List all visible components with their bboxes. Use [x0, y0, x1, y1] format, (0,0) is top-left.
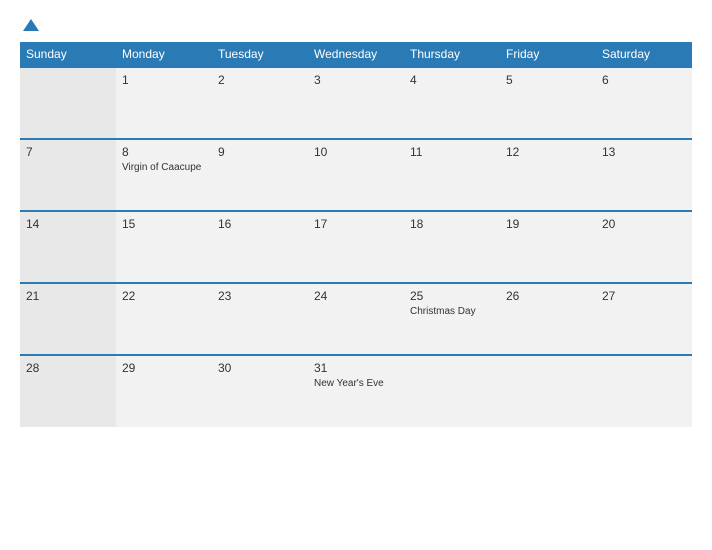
calendar-cell: 7 — [20, 139, 116, 211]
calendar-cell: 2 — [212, 67, 308, 139]
calendar-cell: 31 New Year's Eve — [308, 355, 404, 427]
calendar-cell: 21 — [20, 283, 116, 355]
day-number: 13 — [602, 145, 686, 159]
week-row-2: 14 15 16 17 18 19 20 — [20, 211, 692, 283]
header-wednesday: Wednesday — [308, 42, 404, 67]
day-number: 4 — [410, 73, 494, 87]
header-saturday: Saturday — [596, 42, 692, 67]
day-number: 21 — [26, 289, 110, 303]
day-number: 2 — [218, 73, 302, 87]
logo — [20, 18, 40, 32]
calendar-table: Sunday Monday Tuesday Wednesday Thursday… — [20, 42, 692, 427]
header-tuesday: Tuesday — [212, 42, 308, 67]
calendar-cell: 18 — [404, 211, 500, 283]
calendar-cell: 16 — [212, 211, 308, 283]
day-number: 12 — [506, 145, 590, 159]
day-number: 16 — [218, 217, 302, 231]
day-number: 15 — [122, 217, 206, 231]
event-label: Christmas Day — [410, 305, 494, 318]
calendar-cell: 1 — [116, 67, 212, 139]
calendar-cell — [500, 355, 596, 427]
header-monday: Monday — [116, 42, 212, 67]
weekday-header-row: Sunday Monday Tuesday Wednesday Thursday… — [20, 42, 692, 67]
day-number: 6 — [602, 73, 686, 87]
day-number: 17 — [314, 217, 398, 231]
calendar-cell: 5 — [500, 67, 596, 139]
day-number: 5 — [506, 73, 590, 87]
calendar-page: Sunday Monday Tuesday Wednesday Thursday… — [0, 0, 712, 550]
event-label: Virgin of Caacupe — [122, 161, 206, 174]
logo-triangle-icon — [22, 18, 40, 32]
header — [20, 18, 692, 32]
calendar-cell: 24 — [308, 283, 404, 355]
calendar-cell: 28 — [20, 355, 116, 427]
calendar-cell: 26 — [500, 283, 596, 355]
calendar-cell: 14 — [20, 211, 116, 283]
calendar-cell: 25 Christmas Day — [404, 283, 500, 355]
day-number: 1 — [122, 73, 206, 87]
calendar-cell: 22 — [116, 283, 212, 355]
calendar-cell: 8 Virgin of Caacupe — [116, 139, 212, 211]
calendar-cell: 13 — [596, 139, 692, 211]
day-number: 24 — [314, 289, 398, 303]
calendar-cell: 20 — [596, 211, 692, 283]
day-number: 9 — [218, 145, 302, 159]
day-number: 18 — [410, 217, 494, 231]
day-number: 23 — [218, 289, 302, 303]
calendar-cell: 9 — [212, 139, 308, 211]
day-number: 28 — [26, 361, 110, 375]
header-friday: Friday — [500, 42, 596, 67]
calendar-cell: 27 — [596, 283, 692, 355]
day-number: 20 — [602, 217, 686, 231]
day-number: 14 — [26, 217, 110, 231]
header-sunday: Sunday — [20, 42, 116, 67]
day-number: 10 — [314, 145, 398, 159]
calendar-cell: 11 — [404, 139, 500, 211]
day-number: 7 — [26, 145, 110, 159]
calendar-cell: 29 — [116, 355, 212, 427]
calendar-cell — [596, 355, 692, 427]
day-number: 11 — [410, 145, 494, 159]
week-row-1: 78 Virgin of Caacupe 9 10 11 12 13 — [20, 139, 692, 211]
calendar-cell: 12 — [500, 139, 596, 211]
day-number: 19 — [506, 217, 590, 231]
day-number: 22 — [122, 289, 206, 303]
day-number: 3 — [314, 73, 398, 87]
week-row-3: 21 22 23 24 25 Christmas Day 26 27 — [20, 283, 692, 355]
day-number: 27 — [602, 289, 686, 303]
calendar-cell — [404, 355, 500, 427]
week-row-4: 28 29 30 31 New Year's Eve — [20, 355, 692, 427]
day-number: 31 — [314, 361, 398, 375]
day-number: 30 — [218, 361, 302, 375]
day-number: 25 — [410, 289, 494, 303]
calendar-cell: 6 — [596, 67, 692, 139]
day-number: 29 — [122, 361, 206, 375]
calendar-cell: 10 — [308, 139, 404, 211]
header-thursday: Thursday — [404, 42, 500, 67]
calendar-cell: 15 — [116, 211, 212, 283]
calendar-cell: 19 — [500, 211, 596, 283]
calendar-cell: 3 — [308, 67, 404, 139]
calendar-cell: 30 — [212, 355, 308, 427]
calendar-cell — [20, 67, 116, 139]
week-row-0: 123456 — [20, 67, 692, 139]
calendar-cell: 17 — [308, 211, 404, 283]
day-number: 8 — [122, 145, 206, 159]
calendar-cell: 23 — [212, 283, 308, 355]
event-label: New Year's Eve — [314, 377, 398, 390]
calendar-cell: 4 — [404, 67, 500, 139]
day-number: 26 — [506, 289, 590, 303]
